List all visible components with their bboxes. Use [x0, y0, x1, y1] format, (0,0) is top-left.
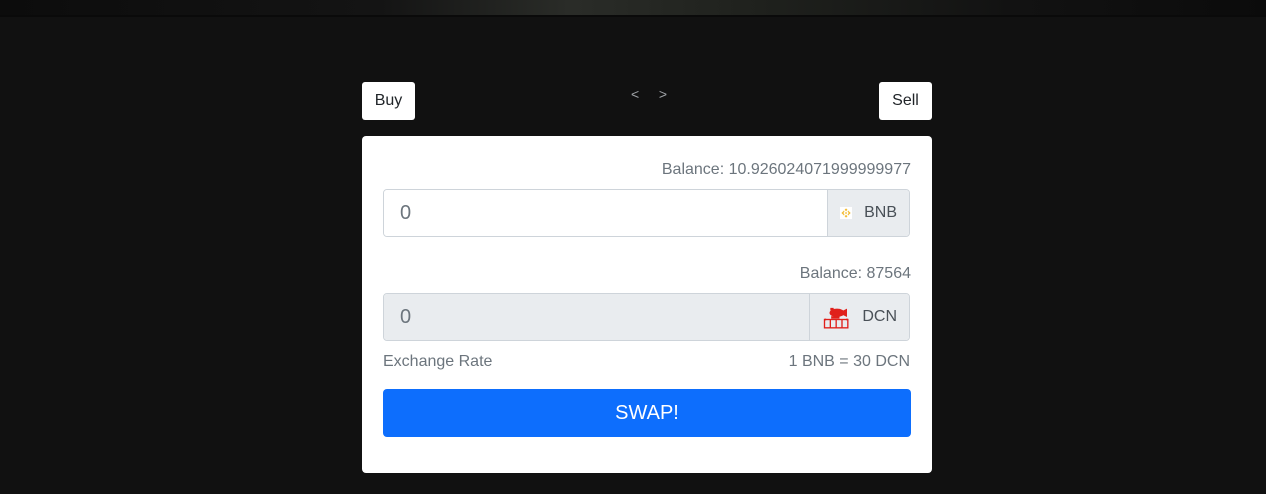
- dcn-logo-icon: [823, 307, 849, 329]
- swap-button[interactable]: SWAP!: [383, 389, 911, 437]
- to-token-symbol: DCN: [862, 308, 897, 325]
- prev-arrow-icon[interactable]: <: [631, 86, 639, 102]
- exchange-rate-label: Exchange Rate: [383, 353, 493, 370]
- exchange-rate-row: Exchange Rate 1 BNB = 30 DCN: [383, 353, 910, 371]
- from-balance: Balance: 10.926024071999999977: [661, 161, 911, 178]
- buy-button[interactable]: Buy: [362, 82, 415, 120]
- header-banner-image: [0, 0, 1266, 17]
- from-token-addon: BNB: [827, 190, 909, 236]
- from-input-group: BNB: [383, 189, 910, 237]
- to-input-group: DCN: [383, 293, 910, 341]
- to-amount-input[interactable]: [384, 294, 809, 340]
- exchange-rate-value: 1 BNB = 30 DCN: [788, 353, 910, 370]
- from-amount-input[interactable]: [384, 190, 827, 236]
- nav-arrows: < >: [631, 86, 667, 102]
- to-balance: Balance: 87564: [799, 265, 911, 282]
- sell-button[interactable]: Sell: [879, 82, 932, 120]
- to-token-addon: DCN: [809, 294, 909, 340]
- swap-card: Balance: 10.926024071999999977 BNB: [362, 136, 932, 473]
- from-token-symbol: BNB: [864, 204, 897, 221]
- bnb-logo-icon: [840, 206, 853, 220]
- next-arrow-icon[interactable]: >: [659, 86, 667, 102]
